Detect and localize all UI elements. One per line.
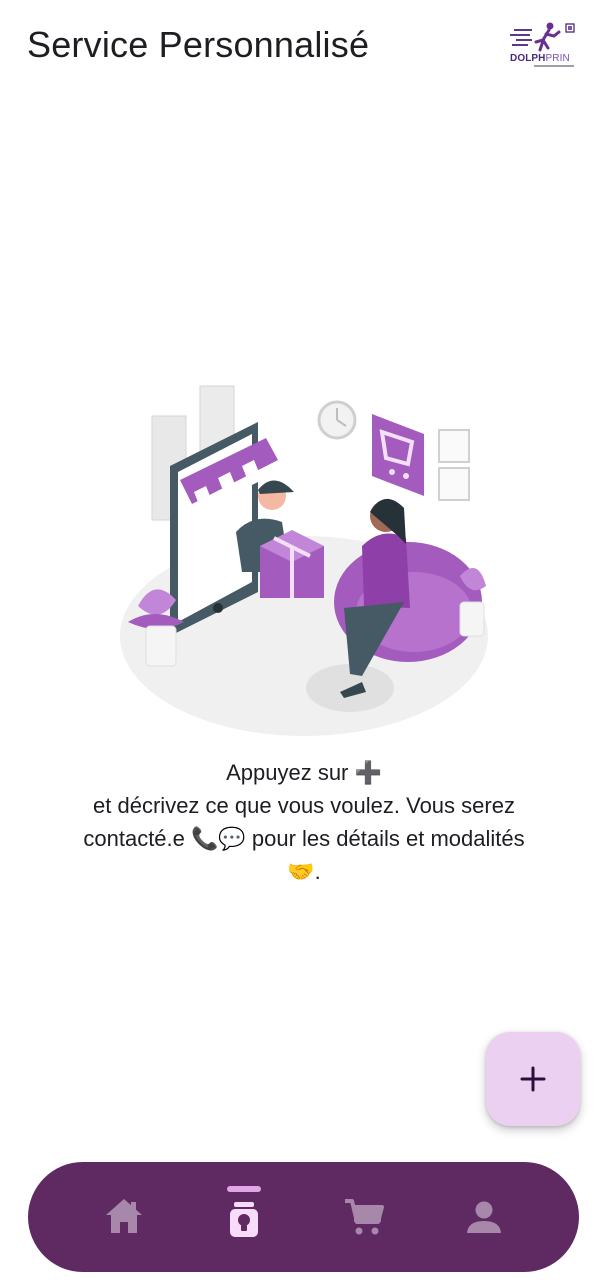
empty-state-hint: Appuyez sur ➕ et décrivez ce que vous vo… — [34, 756, 574, 888]
nav-item-personalized-service[interactable] — [194, 1162, 294, 1272]
nav-item-cart[interactable] — [314, 1162, 414, 1272]
hint-line: Appuyez sur ➕ — [226, 760, 382, 785]
nav-item-profile[interactable] — [434, 1162, 534, 1272]
plus-icon — [520, 1066, 546, 1092]
page-title: Service Personnalisé — [27, 24, 370, 65]
app-bar: Service Personnalisé DOLPHPRIN — [0, 0, 608, 96]
hint-line: contacté.e 📞💬 pour les détails et modali… — [83, 826, 525, 851]
brand-logo: DOLPHPRIN — [506, 20, 578, 72]
cart-icon — [345, 1199, 384, 1235]
nav-item-home[interactable] — [74, 1162, 174, 1272]
hint-line: et décrivez ce que vous voulez. Vous ser… — [93, 793, 515, 818]
active-nav-indicator — [227, 1186, 261, 1192]
add-request-button[interactable] — [486, 1032, 580, 1126]
brand-tagline — [534, 65, 574, 67]
hint-line: 🤝. — [287, 859, 321, 884]
runner-logo-icon — [510, 22, 575, 52]
brand-logo-text: DOLPHPRIN — [510, 53, 570, 64]
bottom-navigation — [28, 1162, 579, 1272]
delivery-illustration — [120, 385, 488, 736]
profile-icon — [467, 1201, 501, 1233]
personalized-service-icon — [230, 1202, 258, 1237]
home-icon — [106, 1199, 142, 1233]
